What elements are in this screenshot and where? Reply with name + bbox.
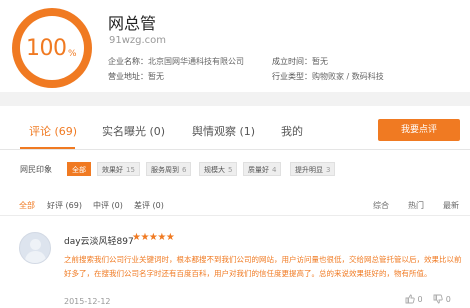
review-reactions: 0 0 [405,294,451,304]
filter-negative[interactable]: 差评 (0) [134,200,164,211]
impression-chip-effect[interactable]: 效果好 15 [97,162,140,176]
review-filter-bar: 全部 好评 (69) 中评 (0) 差评 (0) 综合 热门 最新 [0,196,470,216]
dislike-count: 0 [445,295,451,304]
site-header: 100 % 网总管 91wzg.com 企业名称：北京国网华通科技有限公司 成立… [0,0,470,92]
address-info: 营业地址：暂无 [108,71,164,82]
chip-label: 全部 [72,166,86,174]
chip-count: 6 [182,166,187,174]
score-value: 100 [26,36,67,61]
address-value: 暂无 [148,72,164,81]
tab-exposure[interactable]: 实名曝光 (0) [102,123,165,139]
established-value: 暂无 [312,57,328,66]
industry-info: 行业类型：购物败家 / 数码科技 [272,71,384,82]
thumbs-up-icon [405,294,415,304]
industry-value: 购物败家 / 数码科技 [312,72,384,81]
impression-chip-all[interactable]: 全部 [67,162,91,176]
section-divider [0,92,470,106]
chip-count: 5 [228,166,233,174]
review-date: 2015-12-12 [64,297,111,306]
sort-latest[interactable]: 最新 [443,200,459,211]
sort-hot[interactable]: 热门 [408,200,424,211]
review-text: 之前搜索我们公司行业关键词时，根本都搜不到我们公司的网站，用户访问量也很低，交给… [64,255,462,278]
chip-label: 服务周到 [151,166,179,174]
thumbs-down-icon [433,294,443,304]
impression-chip-service[interactable]: 服务周到 6 [146,162,192,176]
avatar[interactable] [19,232,51,264]
score-badge: 100 % [12,8,92,88]
chip-label: 规模大 [204,166,225,174]
site-domain[interactable]: 91wzg.com [109,35,166,46]
write-review-button[interactable]: 我要点评 [378,119,460,141]
company-value: 北京国网华通科技有限公司 [148,57,244,66]
company-info: 企业名称：北京国网华通科技有限公司 [108,56,244,67]
established-label: 成立时间： [272,57,312,66]
chip-label: 提升明显 [295,166,323,174]
tab-comments[interactable]: 评论 (69) [29,123,77,139]
established-info: 成立时间：暂无 [272,56,328,67]
filter-all[interactable]: 全部 [19,200,35,211]
chip-count: 15 [126,166,135,174]
impression-chip-improve[interactable]: 提升明显 3 [290,162,336,176]
tab-mine[interactable]: 我的 [281,123,303,139]
chip-count: 3 [326,166,331,174]
review-username[interactable]: day云淡风轻897 [64,234,134,247]
chip-label: 效果好 [102,166,123,174]
tab-opinion[interactable]: 舆情观察 (1) [192,123,255,139]
like-count: 0 [417,295,423,304]
chip-label: 质量好 [248,166,269,174]
active-tab-indicator [20,147,75,149]
company-label: 企业名称： [108,57,148,66]
rating-stars: ★★★★★ [132,232,175,243]
filter-neutral[interactable]: 中评 (0) [93,200,123,211]
like-button[interactable]: 0 [405,294,425,304]
filter-positive[interactable]: 好评 (69) [47,200,82,211]
chip-count: 4 [272,166,277,174]
address-label: 营业地址： [108,72,148,81]
score-unit: % [68,49,77,59]
impression-chip-scale[interactable]: 规模大 5 [199,162,238,176]
dislike-button[interactable]: 0 [433,294,451,304]
impression-chip-quality[interactable]: 质量好 4 [243,162,282,176]
impression-label: 网民印象 [20,165,52,174]
site-name: 网总管 [108,14,157,33]
sort-overall[interactable]: 综合 [373,200,389,211]
industry-label: 行业类型： [272,72,312,81]
